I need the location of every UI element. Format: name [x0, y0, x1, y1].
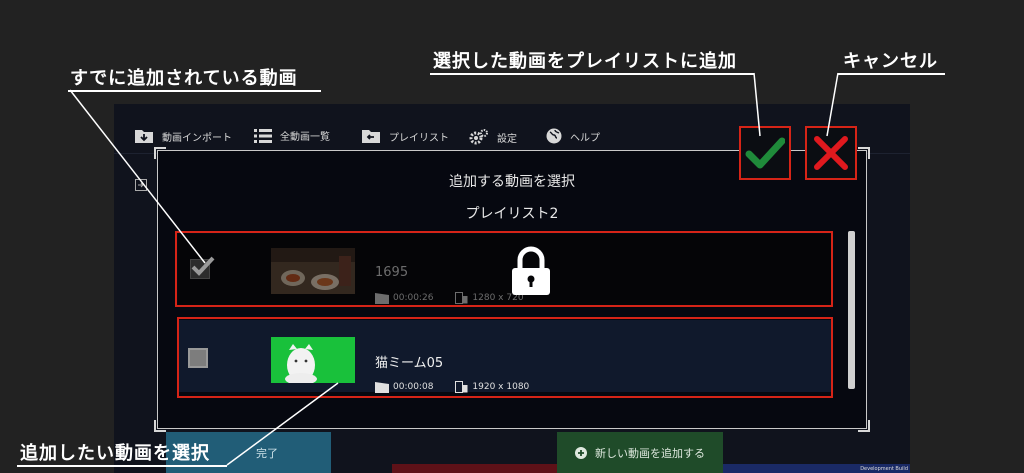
add-new-video-label: 新しい動画を追加する	[595, 446, 705, 460]
video-row-selectable[interactable]: 猫ミーム05 00:00:08 1920 x 1080	[178, 320, 831, 393]
confirm-button[interactable]	[739, 126, 791, 180]
cancel-button[interactable]	[805, 126, 857, 180]
callout-underline	[68, 90, 321, 92]
add-new-video-button[interactable]: 新しい動画を追加する	[557, 432, 723, 473]
video-title: 1695	[375, 265, 409, 280]
clapperboard-icon	[375, 292, 389, 304]
clapperboard-icon	[375, 381, 389, 393]
folder-import-icon	[135, 130, 153, 143]
nav-settings[interactable]: 設定	[469, 128, 517, 146]
dialog-corner	[154, 147, 166, 159]
scrollbar[interactable]	[848, 231, 855, 389]
callout-underline	[430, 73, 754, 75]
folder-playlist-icon	[362, 130, 380, 143]
callout-add-selected: 選択した動画をプレイリストに追加	[433, 51, 737, 72]
video-checkbox[interactable]	[188, 348, 208, 368]
video-title: 猫ミーム05	[375, 356, 444, 371]
nav-all-videos-label: 全動画一覧	[280, 132, 330, 143]
gear-icon	[469, 129, 488, 145]
video-resolution: 1920 x 1080	[472, 382, 530, 392]
dialog-corner	[154, 420, 166, 432]
video-meta: 00:00:26 1280 x 720	[375, 292, 524, 304]
check-icon	[191, 256, 215, 276]
dialog-corner	[858, 147, 870, 159]
device-icon	[455, 381, 468, 393]
video-thumbnail	[271, 337, 355, 383]
video-duration: 00:00:08	[393, 382, 434, 392]
plus-circle-icon	[575, 446, 587, 459]
lock-icon	[512, 246, 550, 295]
red-button[interactable]	[392, 464, 557, 473]
check-icon	[745, 137, 785, 169]
exit-icon[interactable]	[135, 179, 147, 191]
callout-already-added: すでに追加されている動画	[70, 68, 298, 89]
video-meta: 00:00:08 1920 x 1080	[375, 381, 529, 393]
nav-settings-label: 設定	[497, 133, 517, 145]
callout-cancel: キャンセル	[843, 51, 938, 72]
dialog-corner	[858, 420, 870, 432]
nav-import-label: 動画インポート	[162, 132, 232, 144]
video-thumbnail	[271, 248, 355, 294]
dev-build-label: Development Build	[860, 466, 908, 472]
callout-underline	[838, 73, 945, 75]
device-icon	[455, 292, 468, 304]
video-checkbox-checked	[190, 256, 215, 279]
nav-all-videos[interactable]: 全動画一覧	[254, 128, 330, 143]
nav-playlist-label: プレイリスト	[389, 132, 449, 144]
done-label: 完了	[256, 446, 278, 460]
x-icon	[814, 136, 848, 170]
video-row-added: 1695 00:00:26 1280 x 720	[178, 234, 831, 306]
video-duration: 00:00:26	[393, 293, 434, 303]
globe-icon	[546, 128, 562, 144]
playlist-name: プレイリスト2	[465, 206, 559, 222]
list-icon	[254, 128, 272, 143]
callout-select-video: 追加したい動画を選択	[20, 443, 210, 464]
nav-import[interactable]: 動画インポート	[134, 128, 232, 144]
nav-help-label: ヘルプ	[570, 132, 600, 144]
select-video-dialog: 追加する動画を選択 プレイリスト2 1695 00:00:26 1280 x 7…	[154, 147, 870, 432]
callout-underline	[17, 465, 227, 467]
nav-playlist[interactable]: プレイリスト	[361, 128, 449, 144]
nav-help[interactable]: ヘルプ	[546, 128, 600, 144]
